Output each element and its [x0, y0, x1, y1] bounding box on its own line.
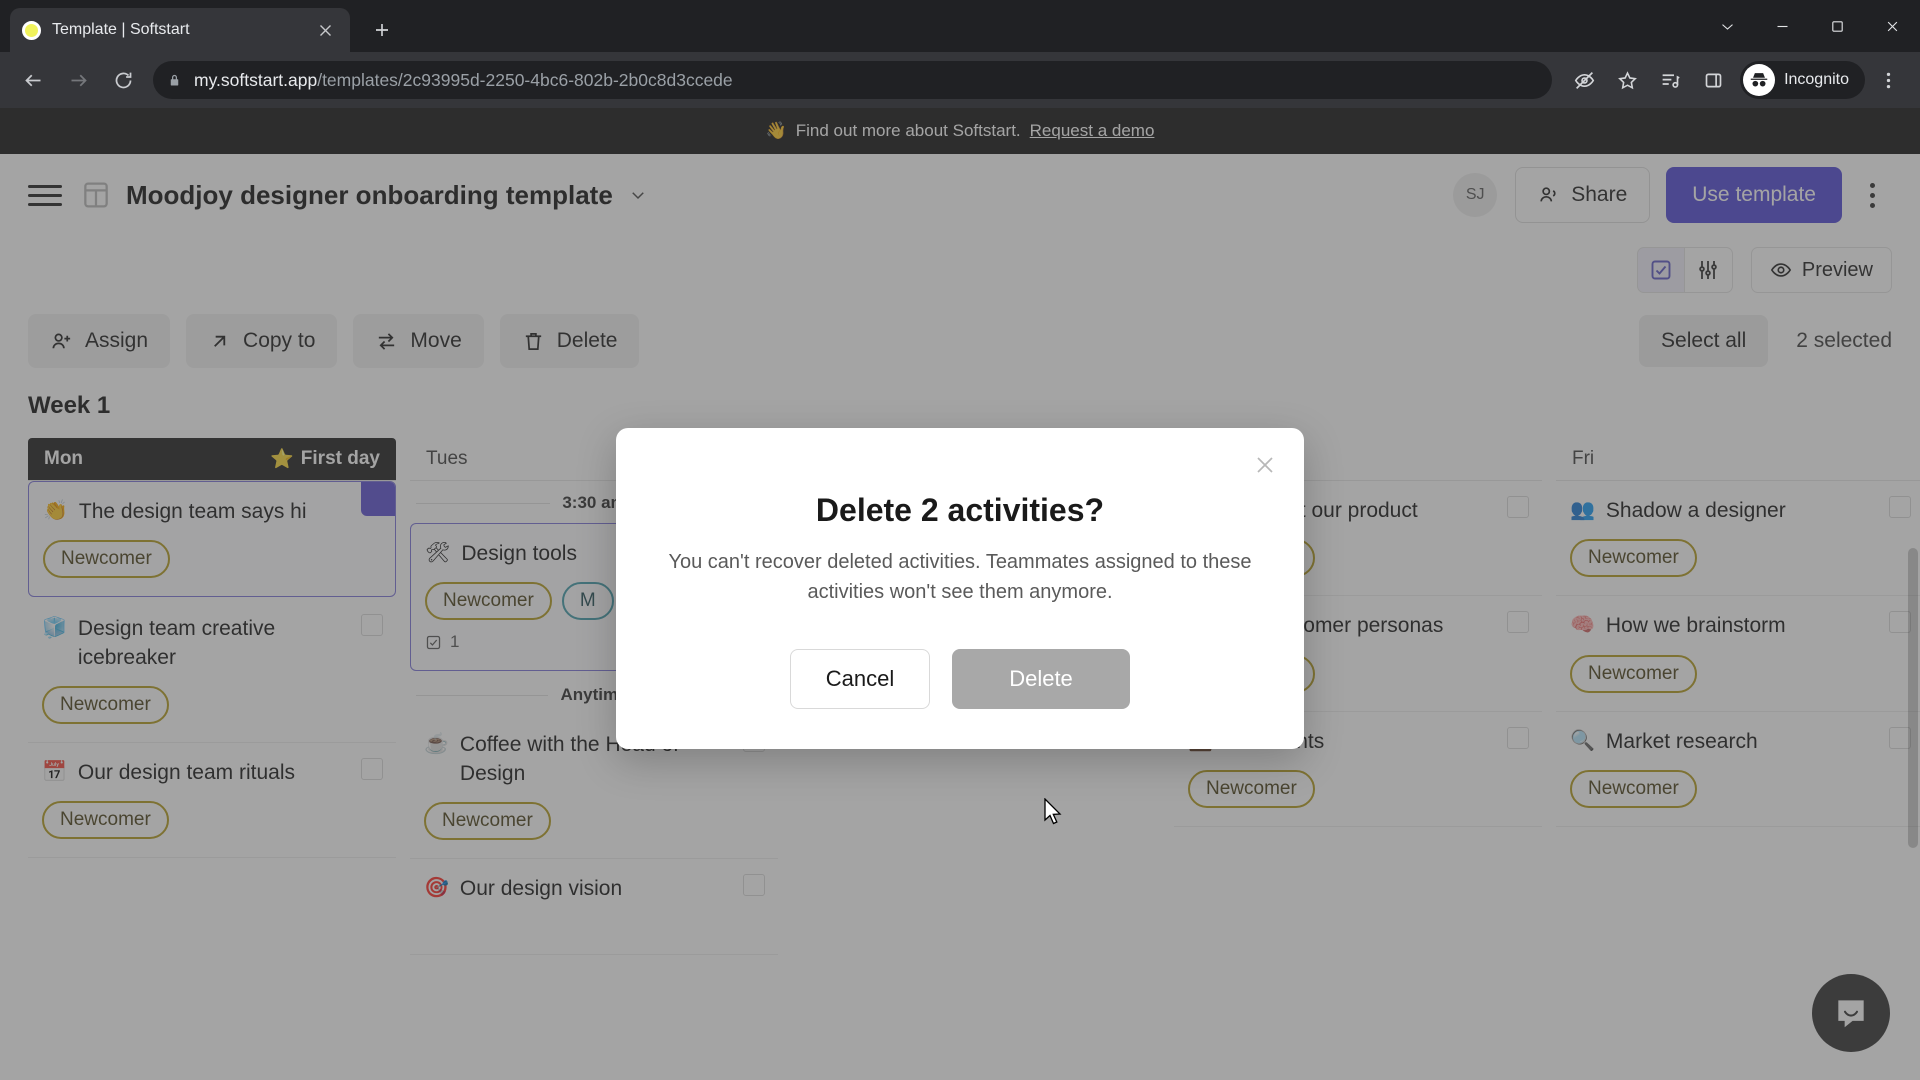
bookmark-star-icon[interactable]	[1607, 60, 1647, 100]
browser-menu-icon[interactable]	[1868, 60, 1908, 100]
delete-confirm-dialog: Delete 2 activities? You can't recover d…	[616, 428, 1304, 749]
forward-arrow-icon[interactable]	[57, 59, 99, 101]
incognito-label: Incognito	[1784, 71, 1849, 88]
url-text: my.softstart.app/templates/2c93995d-2250…	[194, 70, 733, 91]
confirm-delete-button[interactable]: Delete	[952, 649, 1130, 709]
eye-off-icon[interactable]	[1564, 60, 1604, 100]
incognito-indicator[interactable]: Incognito	[1740, 61, 1865, 99]
dialog-actions: Cancel Delete	[656, 649, 1264, 709]
browser-toolbar: my.softstart.app/templates/2c93995d-2250…	[0, 52, 1920, 108]
side-panel-icon[interactable]	[1693, 60, 1733, 100]
browser-tab[interactable]: Template | Softstart	[10, 8, 350, 52]
address-bar[interactable]: my.softstart.app/templates/2c93995d-2250…	[153, 61, 1553, 99]
new-tab-icon[interactable]	[364, 12, 400, 48]
minimize-icon[interactable]	[1755, 0, 1810, 52]
browser-window: Template | Softstart my.softstart.app/te…	[0, 0, 1920, 1080]
page-content: 👋 Find out more about Softstart. Request…	[0, 108, 1920, 1080]
maximize-icon[interactable]	[1810, 0, 1865, 52]
close-icon[interactable]	[312, 17, 338, 43]
tab-title: Template | Softstart	[52, 21, 190, 38]
cancel-button[interactable]: Cancel	[790, 649, 930, 709]
softstart-logo-icon	[22, 20, 41, 40]
url-host: my.softstart.app	[194, 69, 318, 90]
dialog-message: You can't recover deleted activities. Te…	[668, 551, 1252, 603]
incognito-icon	[1743, 64, 1776, 96]
minimize-all-icon[interactable]	[1700, 0, 1755, 52]
close-icon[interactable]	[1248, 448, 1282, 482]
reload-icon[interactable]	[102, 59, 144, 101]
window-controls	[1700, 0, 1920, 52]
close-window-icon[interactable]	[1865, 0, 1920, 52]
lock-icon	[167, 73, 182, 88]
tab-strip: Template | Softstart	[0, 0, 1920, 52]
dialog-title: Delete 2 activities?	[815, 492, 1105, 528]
url-path: /templates/2c93995d-2250-4bc6-802b-2b0c8…	[317, 69, 733, 90]
back-arrow-icon[interactable]	[12, 59, 54, 101]
reading-list-icon[interactable]	[1650, 60, 1690, 100]
mouse-cursor	[1044, 798, 1062, 825]
